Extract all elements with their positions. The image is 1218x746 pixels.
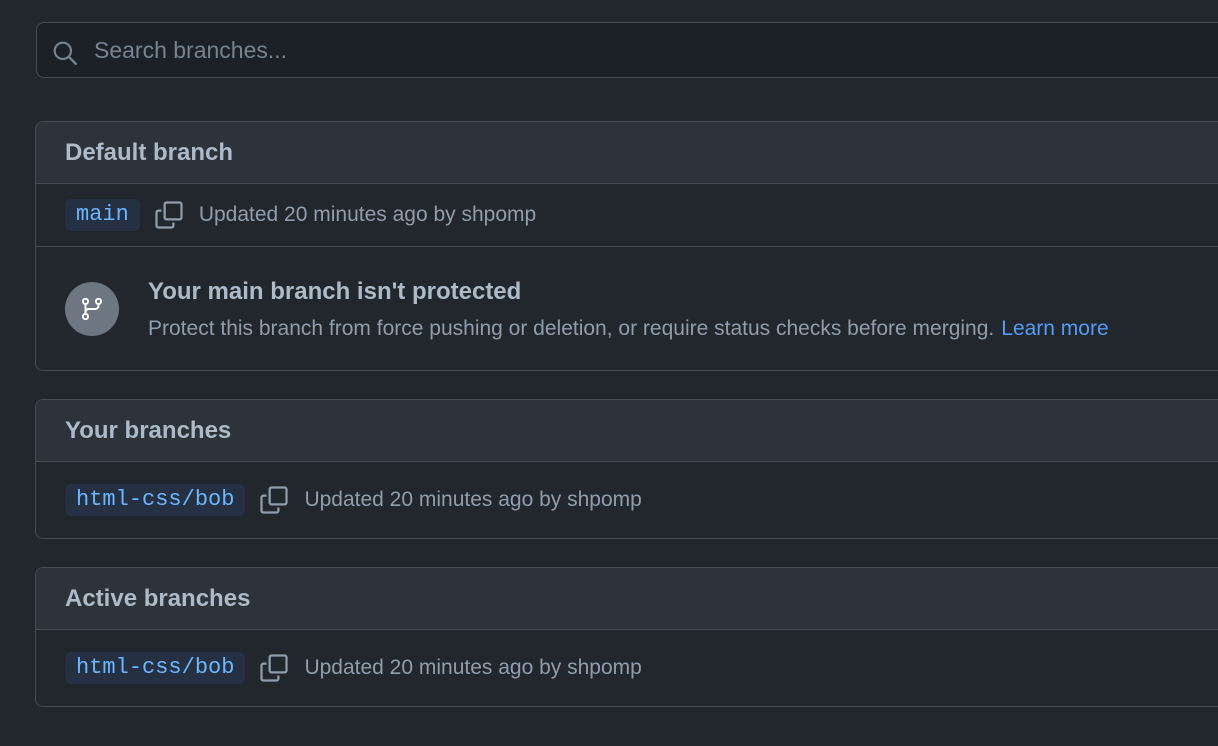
copy-icon[interactable] — [259, 653, 289, 683]
branch-name-link[interactable]: html-css/bob — [65, 652, 246, 684]
default-branch-section: Default branch main Updated 20 minutes a… — [35, 121, 1218, 371]
section-title: Default branch — [65, 138, 234, 166]
section-title: Your branches — [65, 416, 232, 444]
default-branch-header: Default branch — [36, 122, 1218, 184]
updated-text: Updated 20 minutes ago by shpomp — [304, 656, 642, 679]
branch-row: html-css/bob Updated 20 minutes ago by s… — [36, 462, 1218, 538]
protection-notice: Your main branch isn't protected Protect… — [36, 246, 1218, 370]
git-branch-icon — [65, 282, 119, 336]
learn-more-link[interactable]: Learn more — [1001, 317, 1108, 340]
branches-page: Default branch main Updated 20 minutes a… — [0, 0, 1218, 746]
branch-name-link[interactable]: main — [65, 199, 140, 231]
protection-title: Your main branch isn't protected — [148, 278, 522, 305]
branch-row: html-css/bob Updated 20 minutes ago by s… — [36, 630, 1218, 706]
branch-row: main Updated 20 minutes ago by shpomp — [36, 184, 1218, 246]
your-branches-header: Your branches — [36, 400, 1218, 462]
protection-description-text: Protect this branch from force pushing o… — [148, 317, 995, 340]
copy-icon[interactable] — [154, 200, 184, 230]
copy-icon[interactable] — [259, 485, 289, 515]
search-icon — [53, 41, 78, 66]
active-branches-section: Active branches html-css/bob Updated 20 … — [35, 567, 1218, 707]
your-branches-section: Your branches html-css/bob Updated 20 mi… — [35, 399, 1218, 539]
protection-description: Protect this branch from force pushing o… — [148, 317, 1109, 341]
search-input[interactable] — [94, 23, 1194, 77]
section-title: Active branches — [65, 584, 251, 612]
updated-text: Updated 20 minutes ago by shpomp — [304, 488, 642, 511]
branch-name-link[interactable]: html-css/bob — [65, 484, 246, 516]
active-branches-header: Active branches — [36, 568, 1218, 630]
search-box[interactable] — [36, 22, 1218, 78]
updated-text: Updated 20 minutes ago by shpomp — [198, 203, 537, 226]
